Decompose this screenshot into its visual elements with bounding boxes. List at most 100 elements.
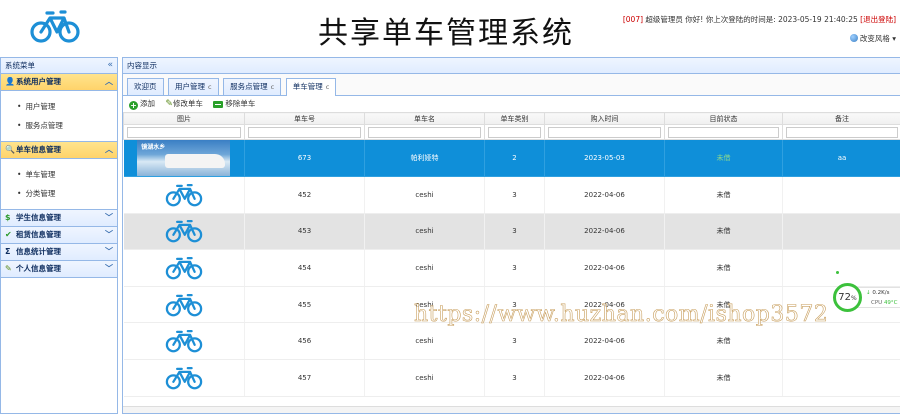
delete-label: 移除单车: [225, 99, 256, 108]
close-icon[interactable]: c: [208, 83, 212, 91]
section-user-management[interactable]: 👤系统用户管理 ︿: [1, 74, 117, 91]
cell-status: 未借: [664, 139, 783, 177]
filter-input[interactable]: [248, 126, 361, 138]
cell-purchase-date: 2022-04-06: [544, 322, 665, 360]
edit-bike-button[interactable]: ✎修改单车: [165, 96, 203, 112]
column-header[interactable]: 单车号: [244, 112, 365, 125]
minus-icon: [213, 101, 224, 108]
table-row[interactable]: 镜湖水乡 673 帕利娅特 2 2023-05-03 未借 aa: [123, 139, 900, 177]
column-header[interactable]: 图片: [123, 112, 245, 125]
logout-link[interactable]: [退出登陆]: [860, 15, 896, 24]
section-label: 单车信息管理: [16, 145, 61, 154]
cell-category: 3: [484, 249, 545, 287]
cpu-temp-value: 49°C: [883, 300, 898, 306]
tab-bikes[interactable]: 单车管理 c: [285, 78, 337, 96]
ship-shape: [165, 154, 226, 168]
filter-cell: [484, 124, 545, 140]
cell-category: 3: [484, 213, 545, 251]
table-row[interactable]: 452 ceshi 3 2022-04-06 未借: [123, 176, 900, 214]
filter-input[interactable]: [548, 126, 661, 138]
cpu-label: CPU: [871, 300, 883, 306]
tab-bar: 欢迎页 用户管理 c 服务点管理 c 单车管理 c: [123, 74, 900, 96]
section-bike-management[interactable]: 🔍单车信息管理 ︿: [1, 142, 117, 159]
pencil-icon: ✎: [5, 264, 12, 273]
bike-table: 图片 单车号 单车名 单车类别 购入时间 目前状态 备注 镜湖水乡 673 帕利娅特…: [123, 112, 900, 397]
cell-purchase-date: 2023-05-03: [544, 139, 665, 177]
table-row[interactable]: 456 ceshi 3 2022-04-06 未借: [123, 322, 900, 360]
sidebar: 系统菜单 « 👤系统用户管理 ︿ 用户管理 服务点管理 🔍单车信息管理 ︿ 单车…: [0, 57, 118, 414]
user-info: [007] 超级管理员 你好! 你上次登陆的时间是: 2023-05-19 21…: [623, 14, 896, 25]
filter-cell: [123, 124, 245, 140]
tab-service-points[interactable]: 服务点管理 c: [223, 78, 282, 95]
cell-bike-no: 456: [244, 322, 365, 360]
cell-note: [782, 213, 900, 251]
column-header[interactable]: 购入时间: [544, 112, 665, 125]
cell-bike-name: ceshi: [364, 213, 485, 251]
bike-image-icon: [165, 330, 202, 353]
filter-row: [123, 124, 900, 140]
theme-icon: [849, 34, 858, 42]
table-row[interactable]: 454 ceshi 3 2022-04-06 未借: [123, 249, 900, 287]
section-student-management[interactable]: $ 学生信息管理 ﹀: [1, 210, 117, 227]
monitor-panel: ↓ 0.2K/s CPU 49°C: [857, 287, 900, 308]
column-header[interactable]: 备注: [782, 112, 900, 125]
section-personal-info[interactable]: ✎ 个人信息管理 ﹀: [1, 261, 117, 278]
cell-status: 未借: [664, 213, 783, 251]
tab-welcome[interactable]: 欢迎页: [127, 78, 164, 95]
sidebar-item-users[interactable]: 用户管理: [17, 97, 117, 116]
close-icon[interactable]: c: [326, 83, 330, 91]
toolbar: + 添加 ✎修改单车 移除单车: [123, 96, 900, 112]
close-icon[interactable]: c: [271, 83, 275, 91]
cpu-monitor-widget[interactable]: ↓ 0.2K/s CPU 49°C 72%: [833, 283, 900, 312]
column-header[interactable]: 单车名: [364, 112, 485, 125]
cell-bike-name: 帕利娅特: [364, 139, 485, 177]
section-rental-management[interactable]: ✔ 租赁信息管理 ﹀: [1, 227, 117, 244]
cell-category: 3: [484, 176, 545, 214]
cell-category: 3: [484, 359, 545, 397]
table-header: 图片 单车号 单车名 单车类别 购入时间 目前状态 备注: [123, 112, 900, 125]
watermark: https://www.huzhan.com/ishop3572: [414, 302, 829, 328]
sidebar-title: 系统菜单: [5, 61, 35, 70]
cell-bike-no: 454: [244, 249, 365, 287]
tab-users[interactable]: 用户管理 c: [168, 78, 219, 95]
cpu-gauge: 72%: [833, 283, 862, 312]
cell-purchase-date: 2022-04-06: [544, 176, 665, 214]
section-statistics[interactable]: Σ 信息统计管理 ﹀: [1, 244, 117, 261]
section-body-bike: 单车管理 分类管理: [1, 159, 117, 210]
cell-image: [123, 322, 245, 360]
theme-label: 改变风格: [859, 34, 890, 43]
check-icon: ✔: [5, 230, 12, 239]
change-theme-button[interactable]: 改变风格 ▾: [849, 33, 896, 44]
sidebar-item-bikes[interactable]: 单车管理: [17, 165, 117, 184]
section-label: 信息统计管理: [16, 247, 61, 256]
section-label: 个人信息管理: [16, 264, 61, 273]
remove-bike-button[interactable]: 移除单车: [213, 96, 255, 111]
cell-status: 未借: [664, 359, 783, 397]
collapse-left-icon[interactable]: «: [107, 58, 113, 73]
filter-input[interactable]: [668, 126, 779, 138]
table-row[interactable]: 453 ceshi 3 2022-04-06 未借: [123, 213, 900, 251]
status-dot: [836, 271, 839, 274]
tab-label: 用户管理: [175, 82, 206, 91]
tab-label: 欢迎页: [134, 82, 157, 91]
cell-bike-no: 673: [244, 139, 365, 177]
sidebar-item-service-points[interactable]: 服务点管理: [17, 116, 117, 135]
filter-input[interactable]: [786, 126, 898, 138]
column-header[interactable]: 目前状态: [664, 112, 783, 125]
filter-input[interactable]: [127, 126, 241, 138]
section-label: 学生信息管理: [16, 213, 61, 222]
net-speed: ↓ 0.2K/s: [866, 290, 889, 296]
filter-input[interactable]: [368, 126, 481, 138]
section-label: 租赁信息管理: [16, 230, 61, 239]
chevron-down-icon: ▾: [892, 34, 896, 43]
dollar-icon: $: [5, 213, 11, 222]
cell-purchase-date: 2022-04-06: [544, 213, 665, 251]
chevron-down-icon: ﹀: [105, 264, 113, 273]
column-header[interactable]: 单车类别: [484, 112, 545, 125]
cell-note: [782, 322, 900, 360]
filter-input[interactable]: [488, 126, 541, 138]
add-button[interactable]: + 添加: [129, 96, 155, 111]
cell-note: [782, 249, 900, 287]
sidebar-item-categories[interactable]: 分类管理: [17, 184, 117, 203]
table-row[interactable]: 457 ceshi 3 2022-04-06 未借: [123, 359, 900, 397]
